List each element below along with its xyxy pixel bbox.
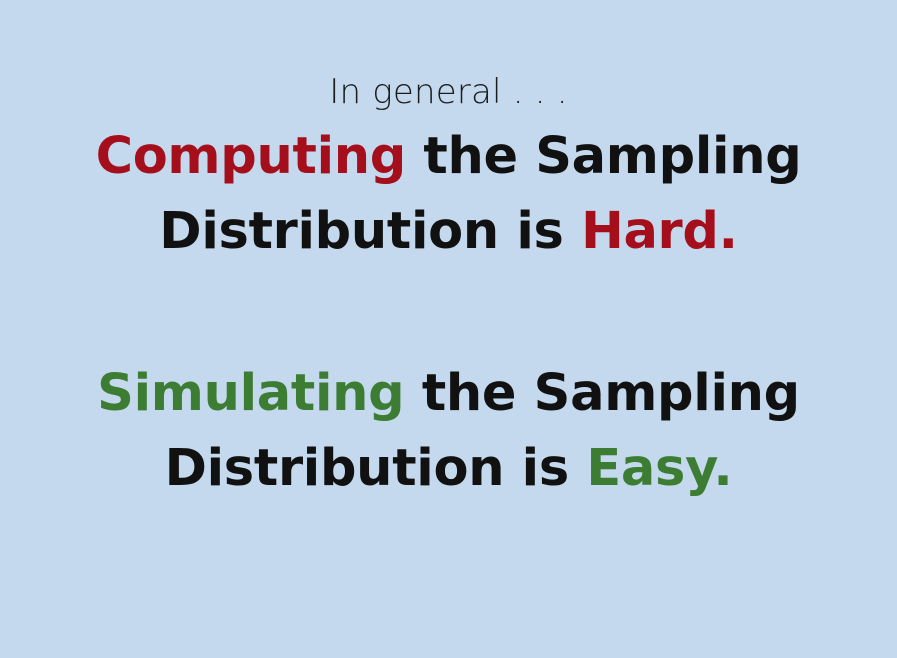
computing-line-2-lead: Distribution is [159, 202, 582, 261]
computing-statement: Computing the Sampling Distribution is H… [0, 119, 897, 269]
computing-word: Computing [95, 127, 407, 186]
simulating-line-2: Distribution is Easy. [0, 431, 897, 506]
simulating-statement: Simulating the Sampling Distribution is … [0, 356, 897, 506]
computing-line-2: Distribution is Hard. [0, 194, 897, 269]
simulating-line-2-lead: Distribution is [164, 439, 587, 498]
simulating-word: Simulating [97, 364, 405, 423]
easy-word: Easy. [586, 439, 733, 498]
intro-text: In general . . . [329, 72, 568, 112]
simulating-line-1-rest: the Sampling [404, 364, 800, 423]
computing-line-1: Computing the Sampling [0, 119, 897, 194]
slide: In general . . . Computing the Sampling … [0, 0, 897, 658]
simulating-line-1: Simulating the Sampling [0, 356, 897, 431]
computing-line-1-rest: the Sampling [405, 127, 802, 186]
hard-word: Hard. [581, 202, 738, 261]
